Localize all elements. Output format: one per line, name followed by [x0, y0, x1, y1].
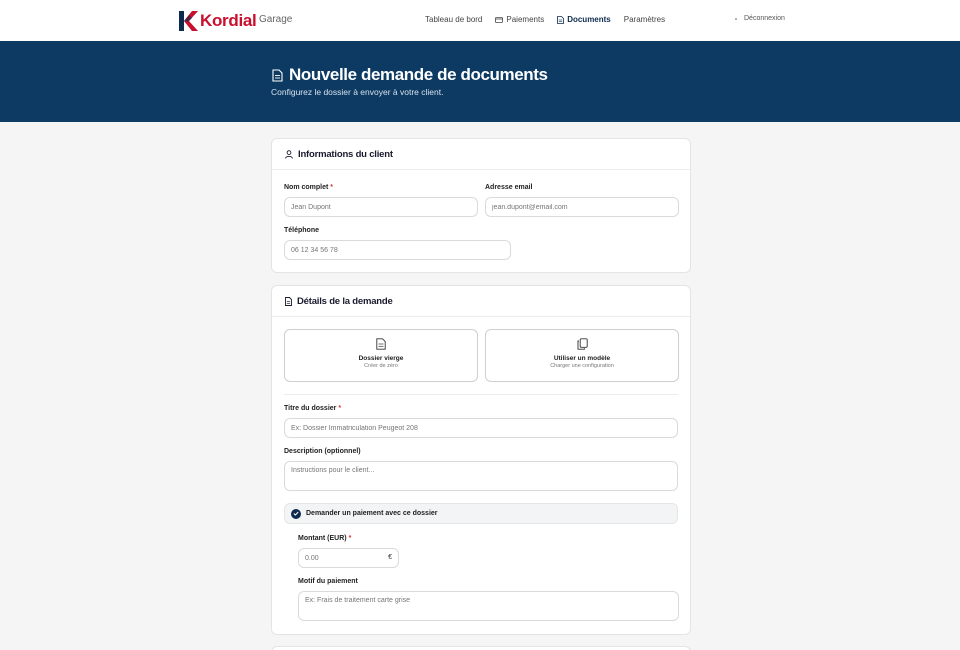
client-info-card: Informations du client Nom complet * Adr…	[271, 138, 691, 273]
phone-input[interactable]	[284, 240, 511, 260]
document-icon	[557, 15, 565, 24]
request-payment-label: Demander un paiement avec ce dossier	[306, 510, 438, 517]
template-option-title: Utiliser un modèle	[553, 355, 611, 362]
required-mark: *	[338, 405, 342, 412]
amount-field: €	[298, 548, 399, 568]
next-section-card	[271, 646, 691, 650]
dossier-title-input[interactable]	[284, 418, 678, 438]
logo-k-icon	[179, 11, 198, 31]
page-title: Nouvelle demande de documents	[272, 65, 548, 85]
dossier-title-label-text: Titre du dossier	[284, 405, 337, 412]
blank-dossier-option[interactable]: Dossier vierge Créer de zéro	[284, 329, 478, 382]
amount-label: Montant (EUR) *	[298, 535, 351, 542]
payment-reason-textarea[interactable]	[298, 591, 679, 621]
card-icon	[495, 16, 504, 23]
app-name: Garage	[259, 14, 293, 25]
client-card-title: Informations du client	[298, 148, 393, 160]
page-title-text: Nouvelle demande de documents	[289, 65, 548, 84]
required-mark: *	[330, 184, 334, 191]
description-textarea[interactable]	[284, 461, 678, 491]
document-icon	[272, 68, 283, 82]
nav-label: Paiements	[506, 15, 545, 24]
nav-documents[interactable]: Documents	[557, 15, 611, 24]
amount-label-text: Montant (EUR)	[298, 535, 347, 542]
email-label: Adresse email	[485, 184, 533, 191]
nav-label: Paramètres	[623, 15, 666, 24]
payment-reason-label: Motif du paiement	[298, 578, 358, 585]
use-template-option[interactable]: Utiliser un modèle Charger une configura…	[485, 329, 679, 382]
document-icon	[285, 296, 292, 306]
euro-symbol: €	[388, 554, 392, 561]
nav-label: Documents	[567, 15, 611, 24]
nav-parametres[interactable]: Paramètres	[624, 15, 665, 24]
copy-icon	[577, 338, 588, 350]
kordial-logo[interactable]: Kordial	[178, 10, 257, 32]
request-payment-checkbox[interactable]: Demander un paiement avec ce dossier	[284, 503, 678, 524]
top-navbar: Kordial Garage Tableau de bord Paiements…	[0, 0, 960, 41]
template-option-subtitle: Charger une configuration	[550, 363, 614, 369]
page-subtitle: Configurez le dossier à envoyer à votre …	[271, 87, 444, 97]
logout-label: Déconnexion	[744, 15, 785, 22]
section-divider	[284, 394, 678, 395]
details-card-title: Détails de la demande	[297, 295, 393, 307]
blank-option-title: Dossier vierge	[358, 355, 404, 362]
full-name-input[interactable]	[284, 197, 478, 217]
dossier-title-label: Titre du dossier *	[284, 405, 341, 412]
amount-input[interactable]	[305, 549, 385, 567]
name-label: Nom complet *	[284, 184, 333, 191]
client-card-header: Informations du client	[272, 139, 690, 170]
document-icon	[376, 338, 386, 350]
nav-label: Tableau de bord	[425, 15, 483, 24]
name-label-text: Nom complet	[284, 184, 329, 191]
required-mark: *	[348, 535, 352, 542]
blank-option-subtitle: Créer de zéro	[364, 363, 398, 369]
details-card-header: Détails de la demande	[272, 286, 690, 317]
email-input[interactable]	[485, 197, 679, 217]
user-icon	[285, 149, 293, 159]
phone-label: Téléphone	[284, 227, 320, 234]
brand-name: Kordial	[200, 11, 257, 30]
request-details-card: Détails de la demande Dossier vierge Cré…	[271, 285, 691, 635]
checkmark-icon	[291, 508, 301, 519]
nav-tableau-de-bord[interactable]: Tableau de bord	[425, 15, 482, 24]
description-label: Description (optionnel)	[284, 448, 361, 455]
logout-dot-icon	[735, 17, 737, 20]
logout-link[interactable]: Déconnexion	[735, 15, 785, 22]
main-nav: Tableau de bord Paiements Documents Para…	[425, 15, 678, 24]
nav-paiements[interactable]: Paiements	[495, 15, 544, 24]
